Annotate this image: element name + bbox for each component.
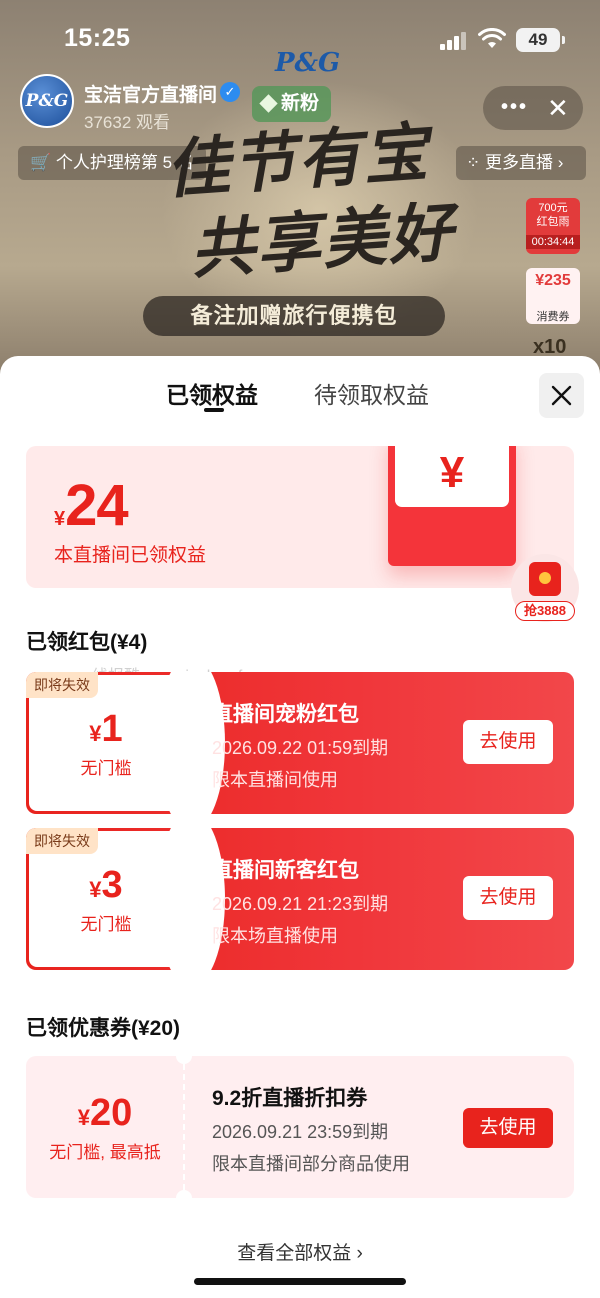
hero-text-line2: 共享美好 xyxy=(188,194,457,289)
packet-title: 直播间宠粉红包 xyxy=(212,703,359,726)
packet-value: ¥3 xyxy=(89,864,123,906)
expiring-tag: 即将失效 xyxy=(26,828,98,854)
more-icon[interactable]: ••• xyxy=(501,96,528,119)
status-time: 15:25 xyxy=(64,24,131,52)
expiring-tag: 即将失效 xyxy=(26,672,98,698)
coupon-expiry: 2026.09.21 23:59到期 xyxy=(212,1122,389,1142)
coupon-notch xyxy=(176,1048,192,1064)
packet-title: 直播间新客红包 xyxy=(212,859,359,882)
coupon-value: ¥20 xyxy=(77,1092,133,1134)
close-icon xyxy=(551,385,572,406)
coupon-scope: 限本直播间部分商品使用 xyxy=(212,1154,410,1174)
benefits-summary: ¥24 本直播间已领权益 ¥ xyxy=(26,446,574,588)
battery-indicator: 49 xyxy=(516,28,565,52)
tab-claimed[interactable]: 已领权益 xyxy=(166,376,258,410)
red-packet-rain-widget[interactable]: 700元 红包雨 00:34:44 xyxy=(526,198,580,254)
packet-value: ¥1 xyxy=(89,708,123,750)
yen-icon: ¥ xyxy=(439,448,465,497)
verified-icon: ✓ xyxy=(220,82,240,102)
exit-live-icon[interactable]: ✕ xyxy=(547,93,569,124)
coupon-condition: 无门槛, 最高抵 xyxy=(49,1143,161,1162)
tab-active-indicator xyxy=(204,408,224,412)
live-stream-background: P&G 15:25 49 P&G 宝洁官方直播间 ✓ 37632 观看 新粉 •… xyxy=(0,0,600,380)
coupon-notch xyxy=(176,1190,192,1206)
packet-expiry: 2026.09.22 01:59到期 xyxy=(212,738,389,758)
packet-scope: 限本场直播使用 xyxy=(212,926,338,946)
packet-expiry: 2026.09.21 21:23到期 xyxy=(212,894,389,914)
view-all-benefits-link[interactable]: 查看全部权益 › xyxy=(0,1238,600,1265)
red-packet-rain-timer: 00:34:44 xyxy=(526,235,580,249)
summary-description: 本直播间已领权益 xyxy=(54,545,207,566)
anchor-avatar[interactable]: P&G xyxy=(20,74,74,128)
benefits-sheet: 已领权益 待领取权益 ¥24 本直播间已领权益 ¥ 线报酷 new.xianba… xyxy=(0,356,600,1298)
coupon-title: 9.2折直播折扣券 xyxy=(212,1087,368,1110)
packet-condition: 无门槛 xyxy=(80,915,132,934)
red-packet-bag-icon xyxy=(529,562,561,596)
voucher-widget[interactable]: ¥235 消费券 xyxy=(526,268,580,324)
use-packet-button[interactable]: 去使用 xyxy=(463,876,553,920)
use-coupon-button[interactable]: 去使用 xyxy=(463,1108,553,1148)
cellular-signal-icon xyxy=(440,32,466,50)
packet-scope: 限本直播间使用 xyxy=(212,770,338,790)
close-button[interactable] xyxy=(539,373,584,418)
tab-pending[interactable]: 待领取权益 xyxy=(314,376,429,410)
use-packet-button[interactable]: 去使用 xyxy=(463,720,553,764)
anchor-name: 宝洁官方直播间 xyxy=(84,85,218,106)
wifi-icon xyxy=(478,28,506,48)
grab-label: 抢3888 xyxy=(515,601,575,621)
red-packet-card: 即将失效 ¥1 无门槛 直播间宠粉红包 2026.09.22 01:59到期 限… xyxy=(26,672,574,814)
red-packet-card: 即将失效 ¥3 无门槛 直播间新客红包 2026.09.21 21:23到期 限… xyxy=(26,828,574,970)
home-indicator xyxy=(194,1278,406,1285)
coupons-section-title: 已领优惠券(¥20) xyxy=(26,1017,181,1040)
anchor-info[interactable]: P&G 宝洁官方直播间 ✓ 37632 观看 xyxy=(20,74,240,132)
viewer-count: 37632 观看 xyxy=(84,113,170,132)
discount-coupon-card: ¥20 无门槛, 最高抵 9.2折直播折扣券 2026.09.21 23:59到… xyxy=(26,1048,574,1206)
promo-banner: 备注加赠旅行便携包 xyxy=(143,296,445,336)
summary-amount: ¥24 xyxy=(54,473,129,538)
grab-red-packet-bubble[interactable]: 抢3888 xyxy=(511,554,579,622)
status-bar: 15:25 49 xyxy=(0,0,600,80)
packet-condition: 无门槛 xyxy=(80,759,132,778)
tab-bar: 已领权益 待领取权益 xyxy=(0,356,600,426)
top-controls: ••• ✕ xyxy=(483,86,583,130)
more-live-button[interactable]: ⁘ 更多直播 › xyxy=(456,146,586,180)
red-envelope-icon: ¥ xyxy=(388,446,516,566)
packets-section-title: 已领红包(¥4) xyxy=(26,631,148,654)
